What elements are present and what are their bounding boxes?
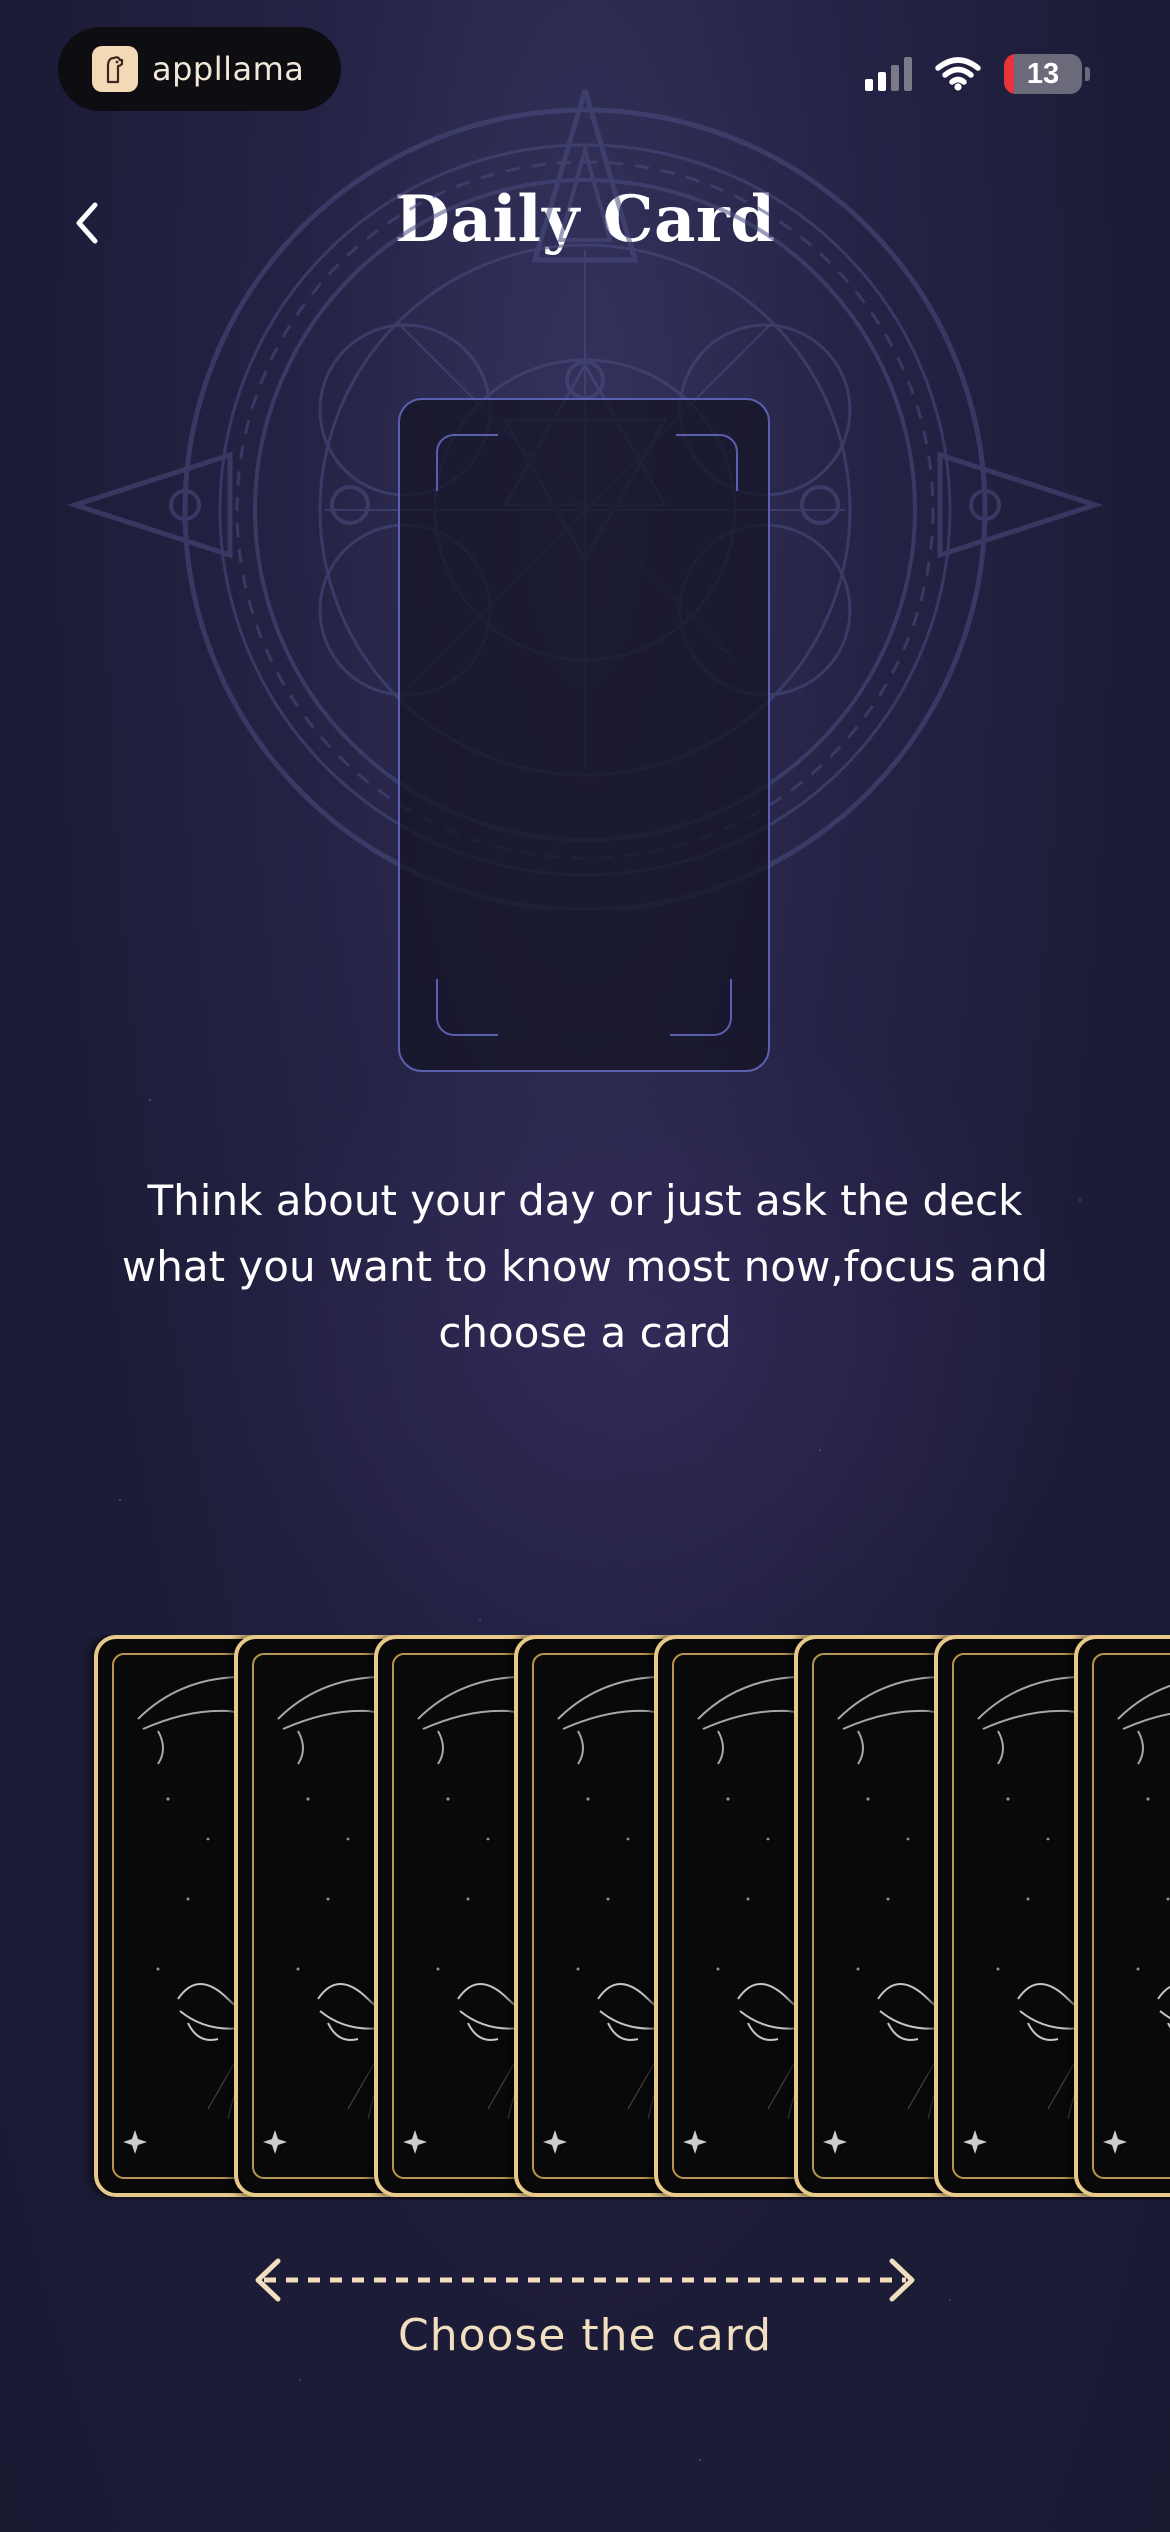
- slot-corner-top-left: [436, 434, 498, 491]
- selected-card-slot: [398, 398, 770, 1072]
- double-arrow-dashed-icon: [255, 2258, 915, 2302]
- cellular-signal-icon: [865, 57, 912, 91]
- slot-corner-bottom-left: [436, 979, 498, 1036]
- card-deck[interactable]: [0, 1635, 1170, 2200]
- choose-card-label: Choose the card: [397, 2310, 773, 2361]
- tarot-card-back[interactable]: [1074, 1635, 1170, 2197]
- slot-corner-bottom-right: [670, 979, 732, 1036]
- llama-logo-icon: [92, 46, 138, 92]
- wifi-icon: [935, 57, 981, 91]
- battery-tip: [1085, 67, 1090, 81]
- battery-level: 13: [1026, 57, 1060, 90]
- slot-corner-top-right: [676, 434, 738, 491]
- battery-icon: 13: [1004, 54, 1082, 94]
- app-name-label: appllama: [152, 50, 305, 88]
- instruction-text: Think about your day or just ask the dec…: [121, 1176, 1049, 1357]
